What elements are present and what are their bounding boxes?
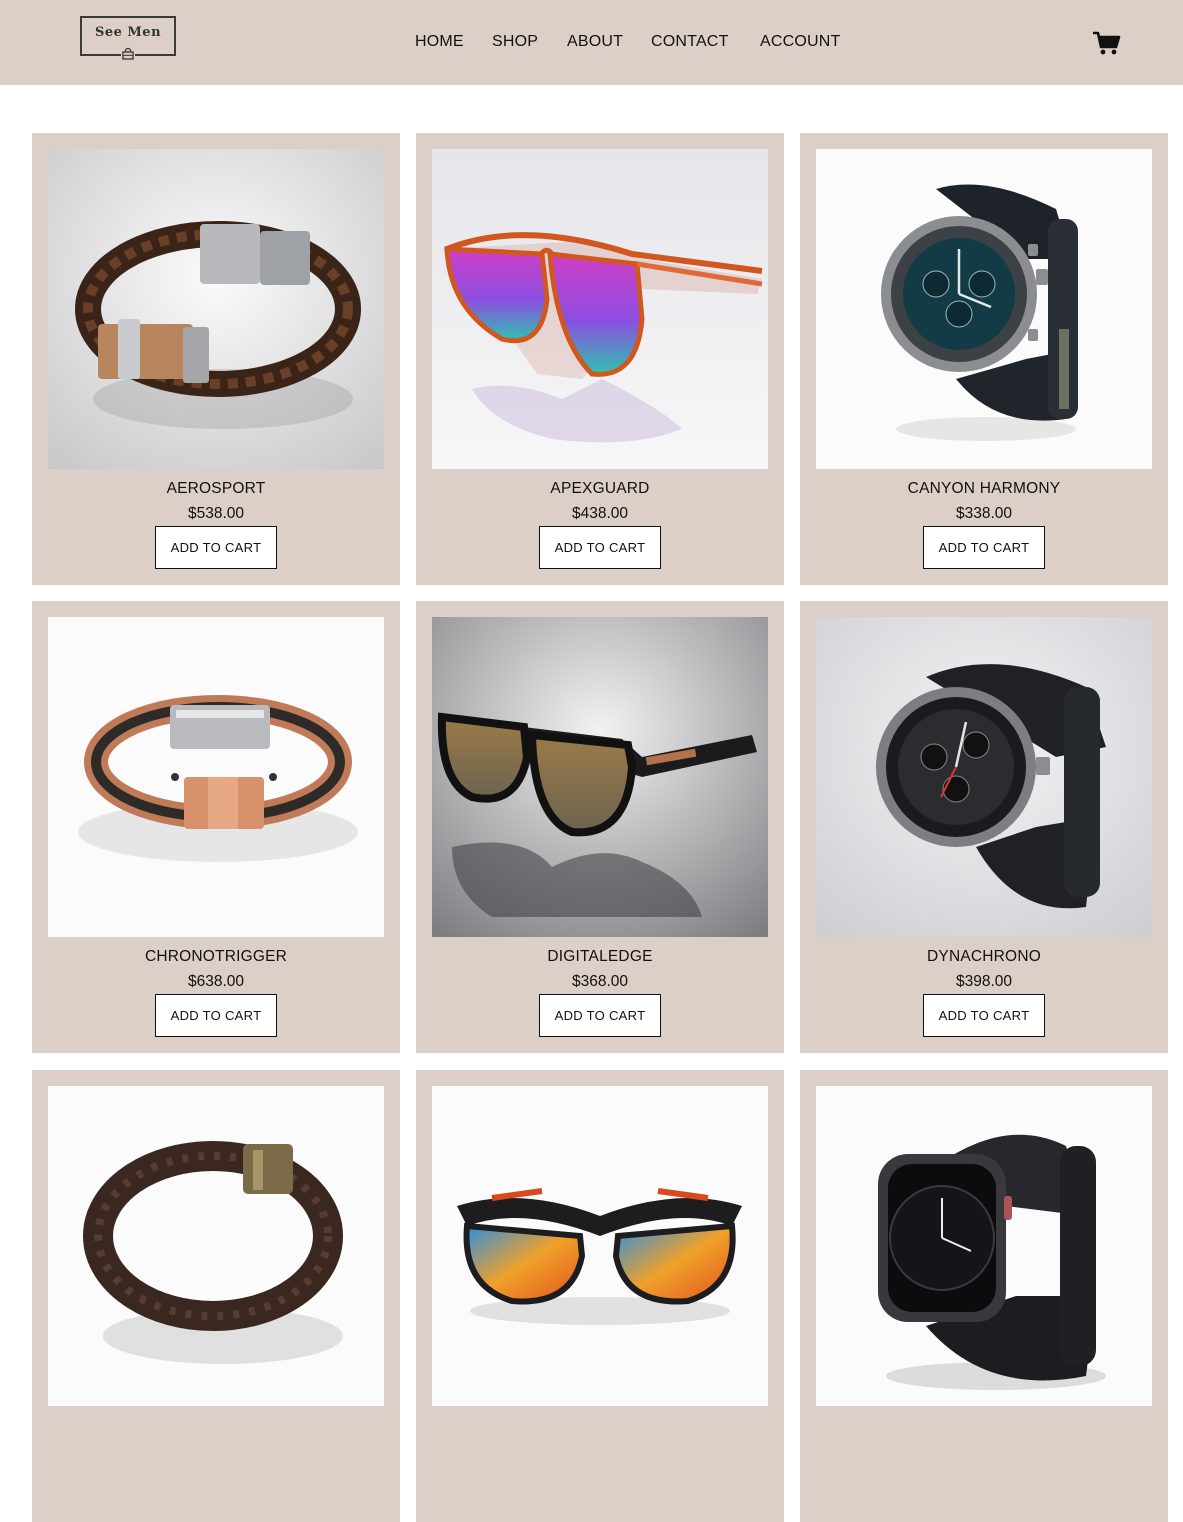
product-name: APEXGUARD: [550, 480, 650, 497]
product-name: DYNACHRONO: [927, 948, 1041, 965]
add-to-cart-button[interactable]: ADD TO CART: [155, 526, 277, 569]
add-to-cart-button[interactable]: ADD TO CART: [923, 526, 1045, 569]
product-image-chronograph-watch-teal[interactable]: [816, 149, 1152, 469]
product-image-brown-leather-bracelet[interactable]: [48, 1086, 384, 1406]
product-price: $398.00: [955, 973, 1013, 990]
product-card: APEXGUARD $438.00 ADD TO CART: [416, 133, 784, 585]
nav-home[interactable]: HOME: [415, 33, 464, 51]
nav-contact[interactable]: CONTACT: [651, 33, 729, 51]
product-image-braided-leather-bracelet[interactable]: [48, 149, 384, 469]
product-name: AEROSPORT: [166, 480, 266, 497]
product-price: $638.00: [187, 973, 245, 990]
product-image-black-smartwatch[interactable]: [816, 1086, 1152, 1406]
product-card: CANYON HARMONY $338.00 ADD TO CART: [800, 133, 1168, 585]
product-image-sport-wrap-sunglasses[interactable]: [432, 1086, 768, 1406]
product-name: DIGITALEDGE: [547, 948, 653, 965]
product-card: DIGITALEDGE $368.00 ADD TO CART: [416, 601, 784, 1053]
product-price: $538.00: [187, 505, 245, 522]
product-card: AEROSPORT $538.00 ADD TO CART: [32, 133, 400, 585]
product-image-rose-gold-bracelet[interactable]: [48, 617, 384, 937]
add-to-cart-button[interactable]: ADD TO CART: [539, 526, 661, 569]
product-card: [416, 1070, 784, 1522]
product-price: $438.00: [571, 505, 629, 522]
product-price: $368.00: [571, 973, 629, 990]
product-name: CHRONOTRIGGER: [144, 948, 288, 965]
add-to-cart-button[interactable]: ADD TO CART: [923, 994, 1045, 1037]
product-price: $338.00: [955, 505, 1013, 522]
product-card: CHRONOTRIGGER $638.00 ADD TO CART: [32, 601, 400, 1053]
product-name: CANYON HARMONY: [907, 480, 1061, 497]
nav-shop[interactable]: SHOP: [492, 33, 538, 51]
add-to-cart-button[interactable]: ADD TO CART: [539, 994, 661, 1037]
product-image-black-chronograph-watch[interactable]: [816, 617, 1152, 937]
nav-about[interactable]: ABOUT: [567, 33, 623, 51]
product-image-iridescent-sunglasses[interactable]: [432, 149, 768, 469]
nav-account[interactable]: ACCOUNT: [760, 33, 841, 51]
add-to-cart-button[interactable]: ADD TO CART: [155, 994, 277, 1037]
main-nav: HOME SHOP ABOUT CONTACT ACCOUNT: [0, 33, 1183, 53]
shopping-cart-icon[interactable]: [1091, 28, 1121, 58]
product-card: [800, 1070, 1168, 1522]
site-header: See Men HOME SHOP ABOUT CONTACT ACCOUNT: [0, 0, 1183, 85]
product-card: [32, 1070, 400, 1522]
product-card: DYNACHRONO $398.00 ADD TO CART: [800, 601, 1168, 1053]
product-image-bronze-lens-sunglasses[interactable]: [432, 617, 768, 937]
